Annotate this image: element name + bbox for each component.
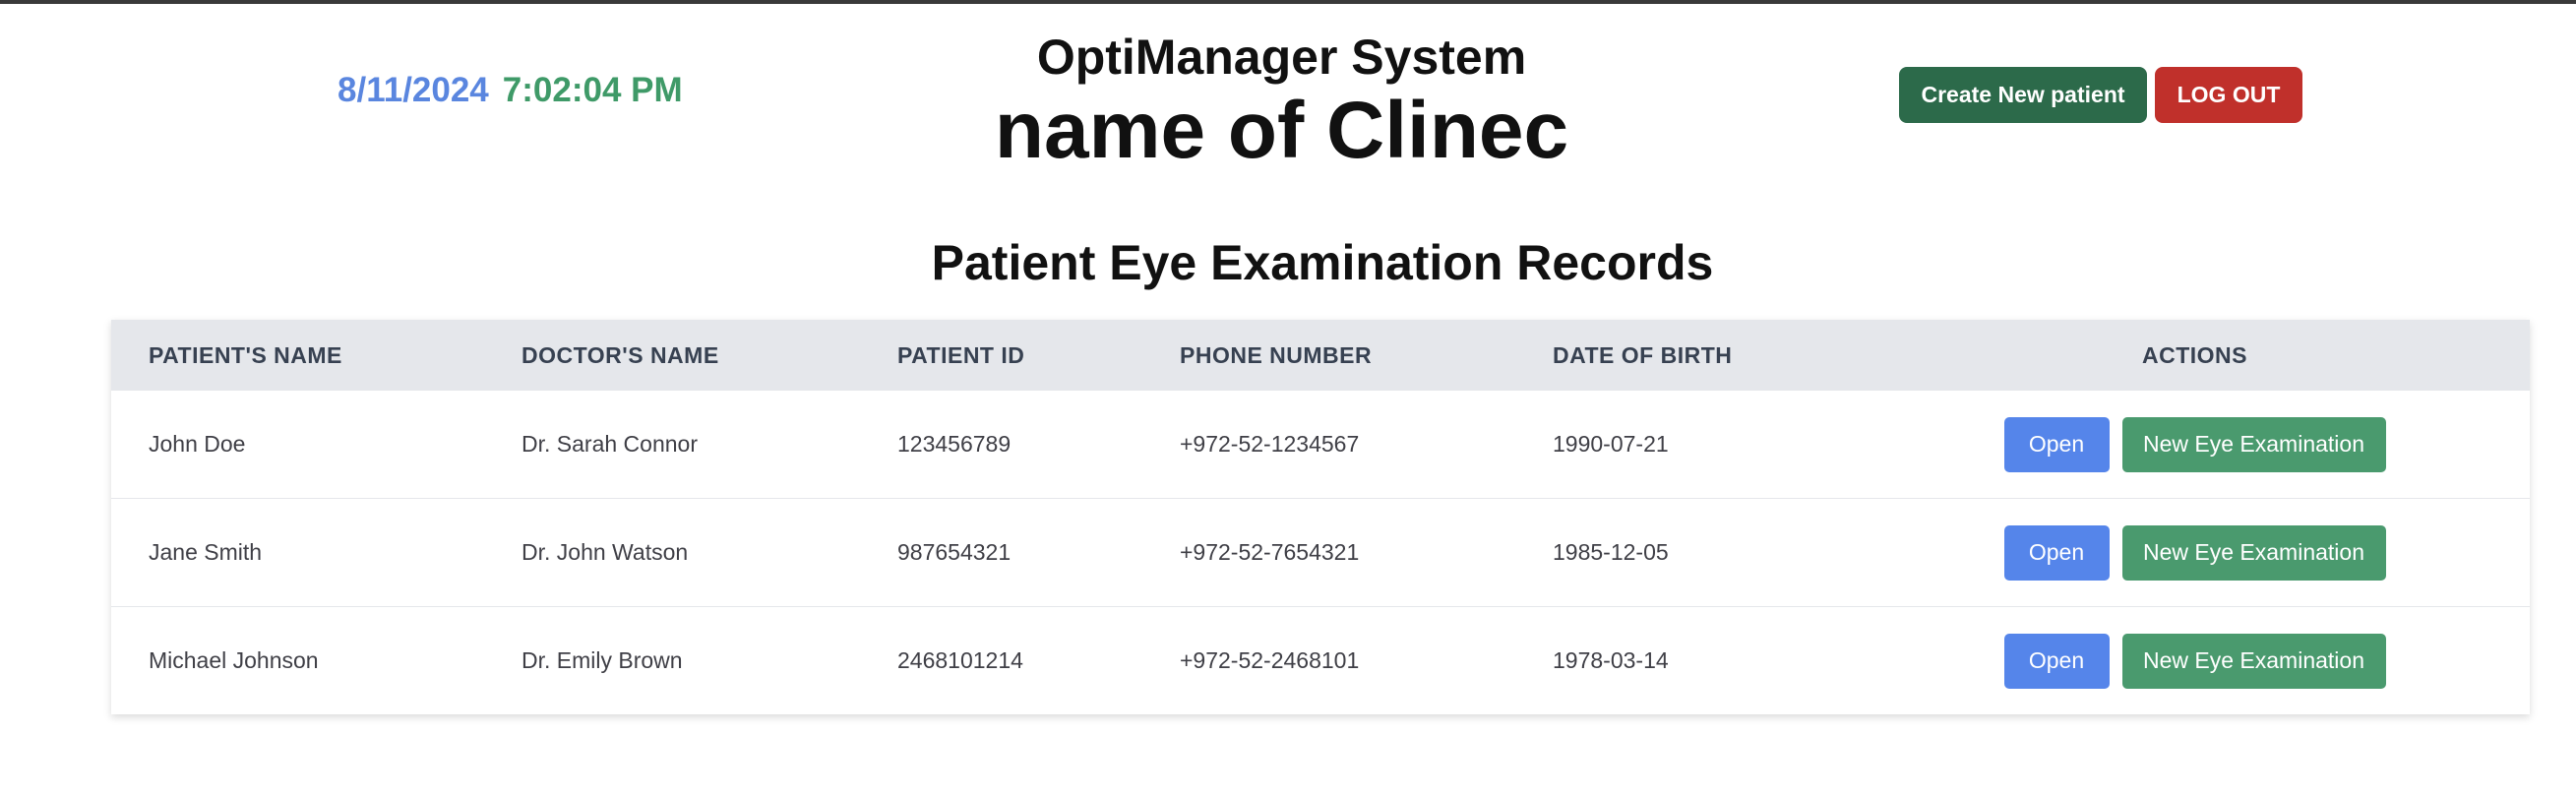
table-row: Michael Johnson Dr. Emily Brown 24681012… <box>111 607 2530 715</box>
open-button[interactable]: Open <box>2003 416 2110 472</box>
window-top-border <box>0 0 2576 4</box>
records-title: Patient Eye Examination Records <box>931 235 1714 290</box>
table-header-row: PATIENT'S NAME DOCTOR'S NAME PATIENT ID … <box>111 320 2530 391</box>
column-header-doctor-name: DOCTOR'S NAME <box>484 320 860 391</box>
cell-patient-name: Michael Johnson <box>149 647 319 673</box>
column-header-date-of-birth: DATE OF BIRTH <box>1515 320 1860 391</box>
cell-phone-number: +972-52-2468101 <box>1180 647 1360 673</box>
cell-doctor-name: Dr. Sarah Connor <box>484 391 860 499</box>
cell-actions: Open New Eye Examination <box>1860 607 2530 715</box>
cell-actions: Open New Eye Examination <box>1860 498 2530 607</box>
cell-phone-number: +972-52-1234567 <box>1142 391 1515 499</box>
create-new-patient-button[interactable]: Create New patient <box>1899 67 2147 123</box>
open-button[interactable]: Open <box>2003 633 2110 689</box>
header-titles: OptiManager System name of Clinec <box>895 28 1668 175</box>
clinic-name: name of Clinec <box>994 86 1569 175</box>
cell-patient-id: 123456789 <box>860 391 1142 499</box>
cell-patient-name: John Doe <box>111 391 484 499</box>
cell-date-of-birth: 1978-03-14 <box>1553 647 1669 673</box>
column-header-patient-name: PATIENT'S NAME <box>111 320 484 391</box>
new-eye-examination-button[interactable]: New Eye Examination <box>2121 524 2386 581</box>
header-actions: Create New patient LOG OUT <box>1899 67 2302 123</box>
current-time: 7:02:04 PM <box>502 71 683 109</box>
datetime-display: 8/11/2024 7:02:04 PM <box>337 71 683 110</box>
row-actions: Open New Eye Examination <box>2003 633 2386 689</box>
table-row: Jane Smith Dr. John Watson 987654321 +97… <box>111 498 2530 607</box>
current-date: 8/11/2024 <box>337 71 489 109</box>
cell-phone-number: +972-52-7654321 <box>1142 498 1515 607</box>
cell-patient-id: 2468101214 <box>897 647 1023 673</box>
cell-doctor-name: Dr. Emily Brown <box>521 647 683 673</box>
cell-doctor-name: Dr. John Watson <box>484 498 860 607</box>
row-actions: Open New Eye Examination <box>2003 416 2386 472</box>
column-header-actions: ACTIONS <box>1860 320 2530 391</box>
cell-patient-id: 987654321 <box>860 498 1142 607</box>
cell-patient-name: Jane Smith <box>111 498 484 607</box>
records-table: PATIENT'S NAME DOCTOR'S NAME PATIENT ID … <box>111 320 2530 714</box>
open-button[interactable]: Open <box>2003 524 2110 581</box>
cell-date-of-birth: 1990-07-21 <box>1515 391 1860 499</box>
cell-date-of-birth: 1985-12-05 <box>1515 498 1860 607</box>
new-eye-examination-button[interactable]: New Eye Examination <box>2121 633 2386 689</box>
column-header-patient-id: PATIENT ID <box>860 320 1142 391</box>
cell-actions: Open New Eye Examination <box>1860 391 2530 499</box>
system-title: OptiManager System <box>1036 30 1527 85</box>
column-header-phone-number: PHONE NUMBER <box>1142 320 1515 391</box>
logout-button[interactable]: LOG OUT <box>2155 67 2302 123</box>
new-eye-examination-button[interactable]: New Eye Examination <box>2121 416 2386 472</box>
row-actions: Open New Eye Examination <box>2003 524 2386 581</box>
table-row: John Doe Dr. Sarah Connor 123456789 +972… <box>111 391 2530 499</box>
records-table-container: PATIENT'S NAME DOCTOR'S NAME PATIENT ID … <box>111 320 2530 714</box>
